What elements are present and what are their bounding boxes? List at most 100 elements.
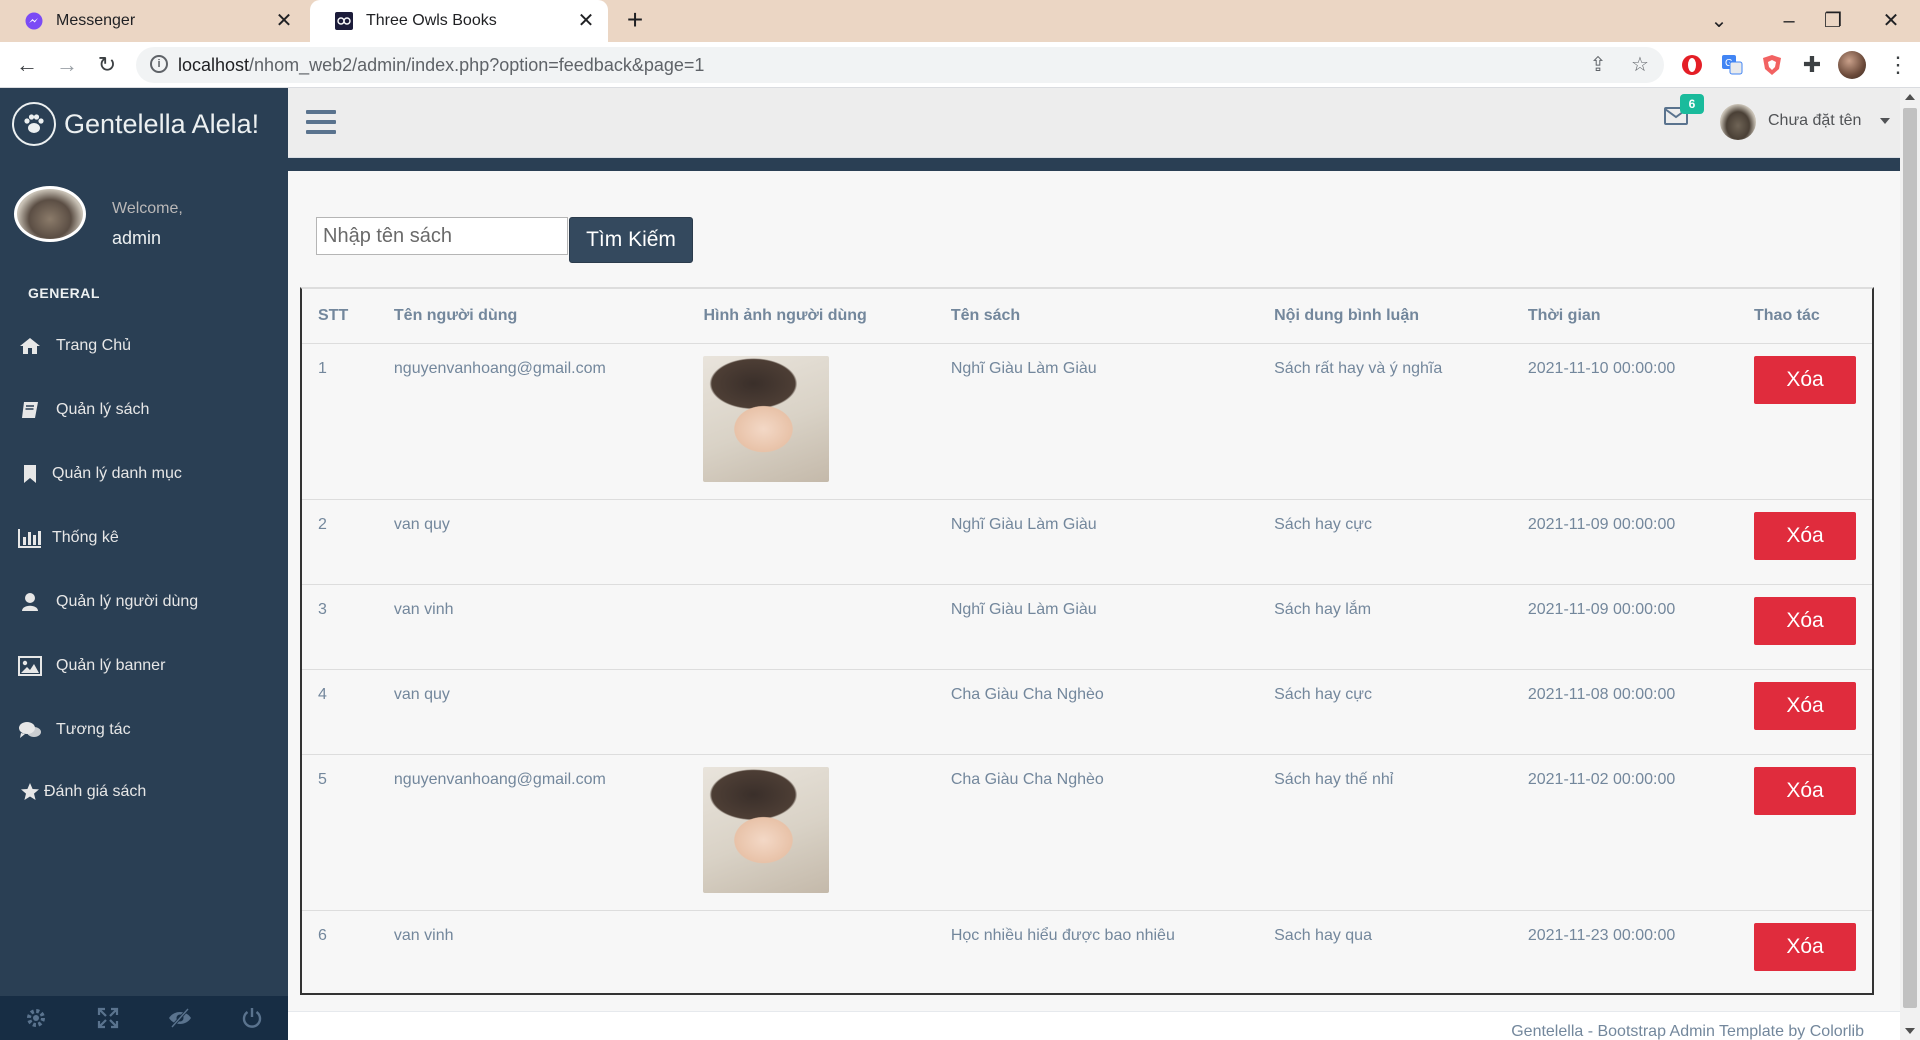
cell-stt: 3 [302,584,378,670]
back-icon[interactable]: ← [12,50,42,80]
brand-name: Gentelella Alela! [64,108,260,139]
cell-user-image [687,910,934,995]
comments-icon [18,719,42,741]
power-icon[interactable] [216,996,288,1040]
close-tab-icon[interactable]: ✕ [576,11,596,31]
admin-username: admin [112,228,162,248]
cell-user: van vinh [393,926,454,944]
sidebar-item-reviews[interactable]: Đánh giá sách [0,770,288,814]
scroll-up-arrow-icon[interactable] [1905,94,1915,100]
close-window-icon[interactable]: ✕ [1876,6,1906,36]
url-path: /nhom_web2/admin/index.php?option=feedba… [249,55,705,75]
cell-action: Xóa [1738,754,1872,911]
fullscreen-icon[interactable] [72,996,144,1040]
user-photo [703,355,830,482]
sidebar-item-categories[interactable]: Quản lý danh mục [0,452,288,496]
url-text[interactable]: localhost/nhom_web2/admin/index.php?opti… [178,55,704,76]
book-icon [18,399,42,421]
user-icon [18,591,42,613]
main-content: Tìm Kiếm STT Tên người dùng Hình ảnh ngư… [288,171,1900,1011]
settings-icon[interactable] [0,996,72,1040]
tab-messenger[interactable]: Messenger ✕ [0,0,306,42]
image-icon [18,655,42,677]
feedback-table: STT Tên người dùng Hình ảnh người dùng T… [302,289,1872,995]
cell-stt: 5 [302,754,378,911]
eye-slash-icon[interactable] [144,996,216,1040]
feedback-panel: Tìm Kiếm STT Tên người dùng Hình ảnh ngư… [288,171,1888,1009]
sidebar-item-label: Đánh giá sách [44,783,147,800]
sidebar-item-users[interactable]: Quản lý người dùng [0,580,288,624]
bookmark-star-icon[interactable]: ☆ [1628,53,1652,77]
cell-user-image [687,343,935,500]
cell-user: van quy [377,669,688,755]
welcome-text: Welcome, [112,200,183,217]
cell-action: Xóa [1738,669,1872,755]
caret-down-icon[interactable] [1880,118,1890,124]
menu-toggle-icon[interactable] [306,110,336,136]
browser-menu-icon[interactable]: ⋮ [1884,51,1912,79]
sidebar-item-interactions[interactable]: Tương tác [0,708,288,752]
user-photo [703,766,830,893]
search-button[interactable]: Tìm Kiếm [569,217,693,263]
sidebar: Gentelella Alela! Welcome, admin GENERAL… [0,88,288,1040]
cell-action: Xóa [1738,499,1872,585]
delete-button[interactable]: Xóa [1754,596,1856,645]
reload-icon[interactable]: ↻ [92,50,122,80]
page-scrollbar[interactable] [1900,88,1920,1040]
sidebar-item-home[interactable]: Trang Chủ [0,324,288,368]
browser-profile-avatar[interactable] [1838,51,1866,79]
column-header-action: Thao tác [1738,289,1872,344]
cell-user: nguyenvanhoang@gmail.com [377,343,688,500]
top-navbar: 6 Chưa đặt tên [288,88,1900,158]
profile-avatar [14,186,86,242]
cell-book: Nghĩ Giàu Làm Giàu [934,343,1259,500]
cell-action: Xóa [1738,584,1872,670]
scrollbar-thumb[interactable] [1903,108,1917,1008]
delete-button[interactable]: Xóa [1754,922,1856,971]
delete-button[interactable]: Xóa [1754,511,1856,560]
sidebar-item-books[interactable]: Quản lý sách [0,388,288,432]
address-bar[interactable]: i localhost/nhom_web2/admin/index.php?op… [136,47,1664,83]
bookmark-icon [18,463,42,485]
sidebar-footer [0,996,288,1040]
column-header-book: Tên sách [934,289,1259,344]
cell-book: Học nhiều hiểu được bao nhiêu [950,926,1175,944]
tab-three-owls-books[interactable]: Three Owls Books ✕ [310,0,608,42]
cell-user-image [687,754,935,911]
sidebar-item-label: Quản lý danh mục [52,465,182,482]
column-header-time: Thời gian [1511,289,1738,344]
sidebar-item-label: Quản lý sách [56,401,150,418]
delete-button[interactable]: Xóa [1754,681,1856,730]
user-menu-name[interactable]: Chưa đặt tên [1768,112,1861,130]
table-row: 1 nguyenvanhoang@gmail.com Nghĩ Giàu Làm… [302,343,1872,500]
scroll-down-arrow-icon[interactable] [1905,1028,1915,1034]
extensions-puzzle-icon[interactable]: ✚ [1798,51,1826,79]
forward-icon[interactable]: → [52,50,82,80]
cell-time: 2021-11-09 00:00:00 [1511,499,1738,585]
delete-button[interactable]: Xóa [1754,355,1856,404]
sidebar-item-banner[interactable]: Quản lý banner [0,644,288,688]
sidebar-item-label: Tương tác [56,721,131,738]
sidebar-item-statistics[interactable]: Thống kê [0,516,288,560]
home-icon [18,335,42,357]
search-input[interactable] [316,217,568,255]
sidebar-item-label: Trang Chủ [56,337,131,354]
user-avatar[interactable] [1720,104,1756,140]
restore-icon[interactable]: ❐ [1818,6,1848,36]
new-tab-button[interactable]: + [622,6,648,34]
tab-search-icon[interactable]: ⌄ [1704,6,1734,36]
close-tab-icon[interactable]: ✕ [274,11,294,31]
cell-time: 2021-11-23 00:00:00 [1527,926,1676,944]
translate-extension-icon[interactable]: G [1718,51,1746,79]
feedback-table-container: STT Tên người dùng Hình ảnh người dùng T… [300,287,1874,995]
minimize-icon[interactable]: – [1774,6,1804,36]
delete-button[interactable]: Xóa [1754,766,1856,815]
table-row: 3 van vinh Nghĩ Giàu Làm Giàu Sách hay l… [302,584,1872,670]
column-header-stt: STT [302,289,378,344]
share-icon[interactable]: ⇪ [1586,53,1610,77]
brand[interactable]: Gentelella Alela! [12,102,259,146]
opera-extension-icon[interactable] [1678,51,1706,79]
shield-extension-icon[interactable] [1758,51,1786,79]
site-info-icon[interactable]: i [150,55,168,73]
bar-chart-icon [18,527,42,549]
